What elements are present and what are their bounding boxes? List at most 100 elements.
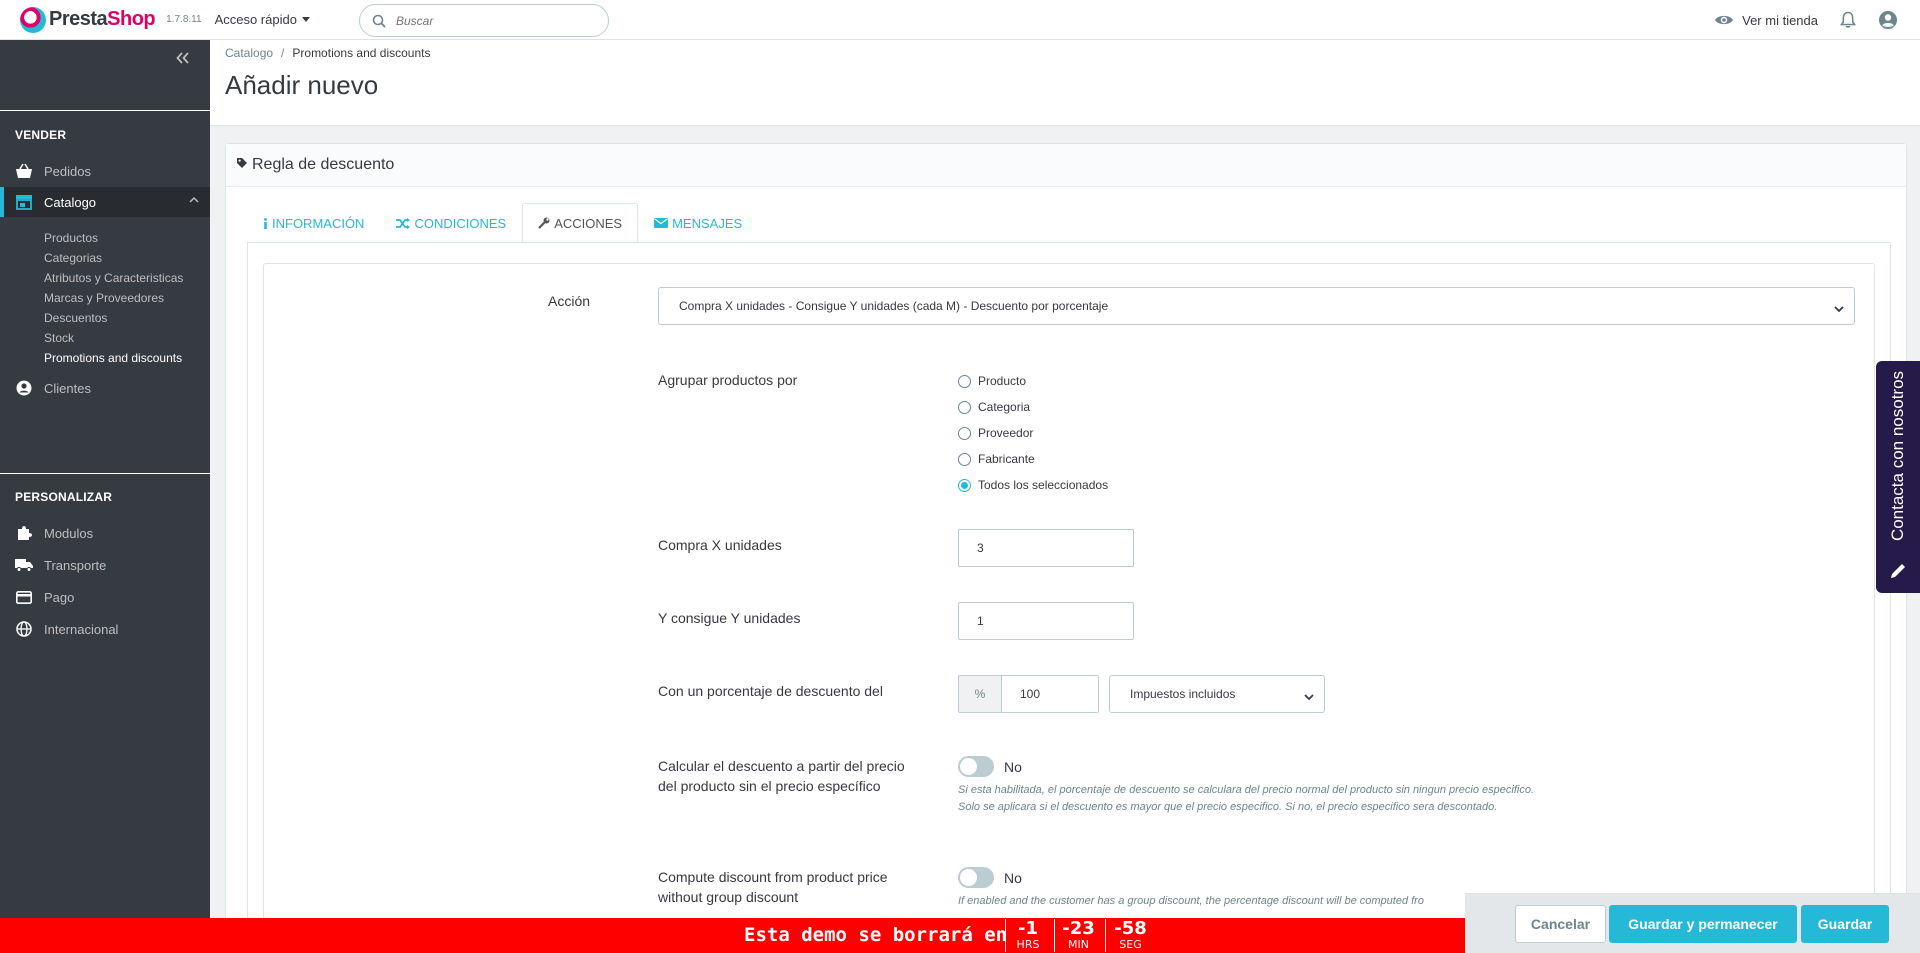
sidebar-item-label: Transporte <box>44 557 107 573</box>
quick-access-label: Acceso rápido <box>214 12 297 27</box>
puzzle-icon <box>15 524 33 542</box>
tab-messages[interactable]: MENSAJES <box>638 203 758 243</box>
sidebar-subitem-stock[interactable]: Stock <box>44 331 74 345</box>
shuffle-icon <box>396 217 411 229</box>
radio-group-supplier[interactable]: Proveedor <box>958 426 1033 440</box>
percentage-input[interactable]: 100 <box>1001 675 1099 713</box>
tag-icon <box>236 156 248 174</box>
radio-button[interactable] <box>958 374 971 388</box>
countdown-minutes: -23 MIN <box>1054 919 1102 952</box>
switch-state: No <box>1004 758 1022 775</box>
account-icon <box>1879 11 1897 29</box>
group-discount-label: Compute discount from product price with… <box>658 869 888 905</box>
radio-label: Todos los seleccionados <box>978 478 1109 492</box>
save-button[interactable]: Guardar <box>1801 905 1889 943</box>
contact-us-tab[interactable]: Contacta con nosotros <box>1876 361 1920 593</box>
envelope-icon <box>654 218 669 228</box>
percentage-value: 100 <box>1020 687 1041 701</box>
chevron-down-icon <box>1834 302 1844 316</box>
top-header: PrestaShop 1.7.8.11 Acceso rápido Ver mi… <box>0 0 1920 40</box>
sidebar-item-orders[interactable]: Pedidos <box>0 156 210 186</box>
buy-x-label: Compra X unidades <box>658 537 782 553</box>
radio-group-category[interactable]: Categoria <box>958 400 1030 414</box>
globe-icon <box>15 620 33 638</box>
sidebar-divider <box>0 473 210 474</box>
buy-x-value: 3 <box>977 541 984 555</box>
employee-menu-button[interactable] <box>1878 10 1898 30</box>
radio-group-manufacturer[interactable]: Fabricante <box>958 452 1035 466</box>
pencil-icon <box>1889 562 1907 583</box>
logo-text: PrestaShop <box>49 8 156 30</box>
breadcrumb-link-catalog[interactable]: Catalogo <box>225 46 273 60</box>
radio-group-all-selected[interactable]: Todos los seleccionados <box>958 478 1108 492</box>
credit-card-icon <box>15 588 33 606</box>
version-label: 1.7.8.11 <box>166 14 202 25</box>
sidebar-item-label: Clientes <box>44 380 91 396</box>
cart-rule-panel: Regla de descuento INFORMACIÓN CONDICION… <box>225 143 1907 953</box>
search-input[interactable] <box>396 13 596 28</box>
sidebar-subitem-categories[interactable]: Categorias <box>44 251 102 265</box>
toggle-track[interactable] <box>958 756 994 777</box>
prestashop-logo-icon <box>20 6 46 33</box>
truck-icon <box>15 556 33 574</box>
sidebar-subitem-attributes[interactable]: Atributos y Caracteristicas <box>44 271 183 285</box>
quick-access-dropdown[interactable]: Acceso rápido <box>215 12 310 27</box>
sidebar-subitem-promotions[interactable]: Promotions and discounts <box>44 351 182 365</box>
calc-without-specific-switch[interactable]: No <box>958 756 1022 777</box>
prestashop-logo[interactable]: PrestaShop <box>20 6 156 33</box>
get-y-input[interactable]: 1 <box>958 602 1134 640</box>
sidebar-item-modules[interactable]: Modulos <box>0 518 210 548</box>
sidebar-item-international[interactable]: Internacional <box>0 614 210 644</box>
radio-group-product[interactable]: Producto <box>958 374 1026 388</box>
contact-us-label: Contacta con nosotros <box>1888 370 1908 542</box>
search-box[interactable] <box>359 4 609 37</box>
cancel-button[interactable]: Cancelar <box>1515 905 1606 943</box>
breadcrumb-current: Promotions and discounts <box>292 46 431 60</box>
collapse-sidebar-button[interactable] <box>176 51 190 69</box>
sidebar-subitem-products[interactable]: Productos <box>44 231 98 245</box>
radio-button[interactable] <box>958 426 971 440</box>
basket-icon <box>15 162 33 180</box>
tab-bar: INFORMACIÓN CONDICIONES ACCIONES MENSAJE… <box>247 203 758 243</box>
radio-label: Categoria <box>978 400 1031 414</box>
buy-x-input[interactable]: 3 <box>958 529 1134 567</box>
sidebar-item-shipping[interactable]: Transporte <box>0 550 210 580</box>
sidebar-item-catalog[interactable]: Catalogo <box>0 187 210 217</box>
chevron-down-icon <box>1304 690 1314 704</box>
countdown-hours: -1 HRS <box>1005 919 1050 952</box>
group-discount-switch[interactable]: No <box>958 867 1022 888</box>
action-select-value: Compra X unidades - Consigue Y unidades … <box>679 299 1109 313</box>
action-select[interactable]: Compra X unidades - Consigue Y unidades … <box>658 287 1855 325</box>
tab-information[interactable]: INFORMACIÓN <box>247 203 380 243</box>
tab-actions[interactable]: ACCIONES <box>522 203 639 243</box>
info-icon <box>263 217 268 229</box>
save-and-stay-button[interactable]: Guardar y permanecer <box>1609 905 1797 943</box>
sidebar-item-payment[interactable]: Pago <box>0 582 210 612</box>
tax-select-value: Impuestos incluidos <box>1130 687 1236 701</box>
tab-label: CONDICIONES <box>414 215 507 231</box>
toggle-track[interactable] <box>958 867 994 888</box>
group-discount-help-text: If enabled and the customer has a group … <box>958 895 1424 907</box>
sidebar-subitem-discounts[interactable]: Descuentos <box>44 311 107 325</box>
sidebar-subitem-brands[interactable]: Marcas y Proveedores <box>44 291 164 305</box>
radio-button[interactable] <box>958 452 971 466</box>
double-chevron-left-icon <box>176 52 189 64</box>
tab-conditions[interactable]: CONDICIONES <box>380 203 522 243</box>
tab-label: MENSAJES <box>672 215 743 231</box>
tax-select[interactable]: Impuestos incluidos <box>1109 675 1325 713</box>
breadcrumb: Catalogo / Promotions and discounts <box>225 46 430 60</box>
sidebar-item-label: Internacional <box>44 621 119 637</box>
calc-help-text: Si esta habilitada, el porcentaje de des… <box>958 784 1535 813</box>
caret-down-icon <box>301 17 310 22</box>
sidebar-divider <box>0 110 210 111</box>
notifications-button[interactable] <box>1840 11 1856 29</box>
store-icon <box>15 193 33 211</box>
actions-form: Acción Compra X unidades - Consigue Y un… <box>263 263 1875 953</box>
eye-icon <box>1715 15 1734 25</box>
sidebar-item-customers[interactable]: Clientes <box>0 373 210 403</box>
action-label: Acción <box>548 293 591 309</box>
radio-button[interactable] <box>958 400 971 414</box>
section-title-sell: VENDER <box>15 128 67 142</box>
radio-button-selected[interactable] <box>958 478 971 492</box>
view-store-link[interactable]: Ver mi tienda <box>1714 13 1818 28</box>
